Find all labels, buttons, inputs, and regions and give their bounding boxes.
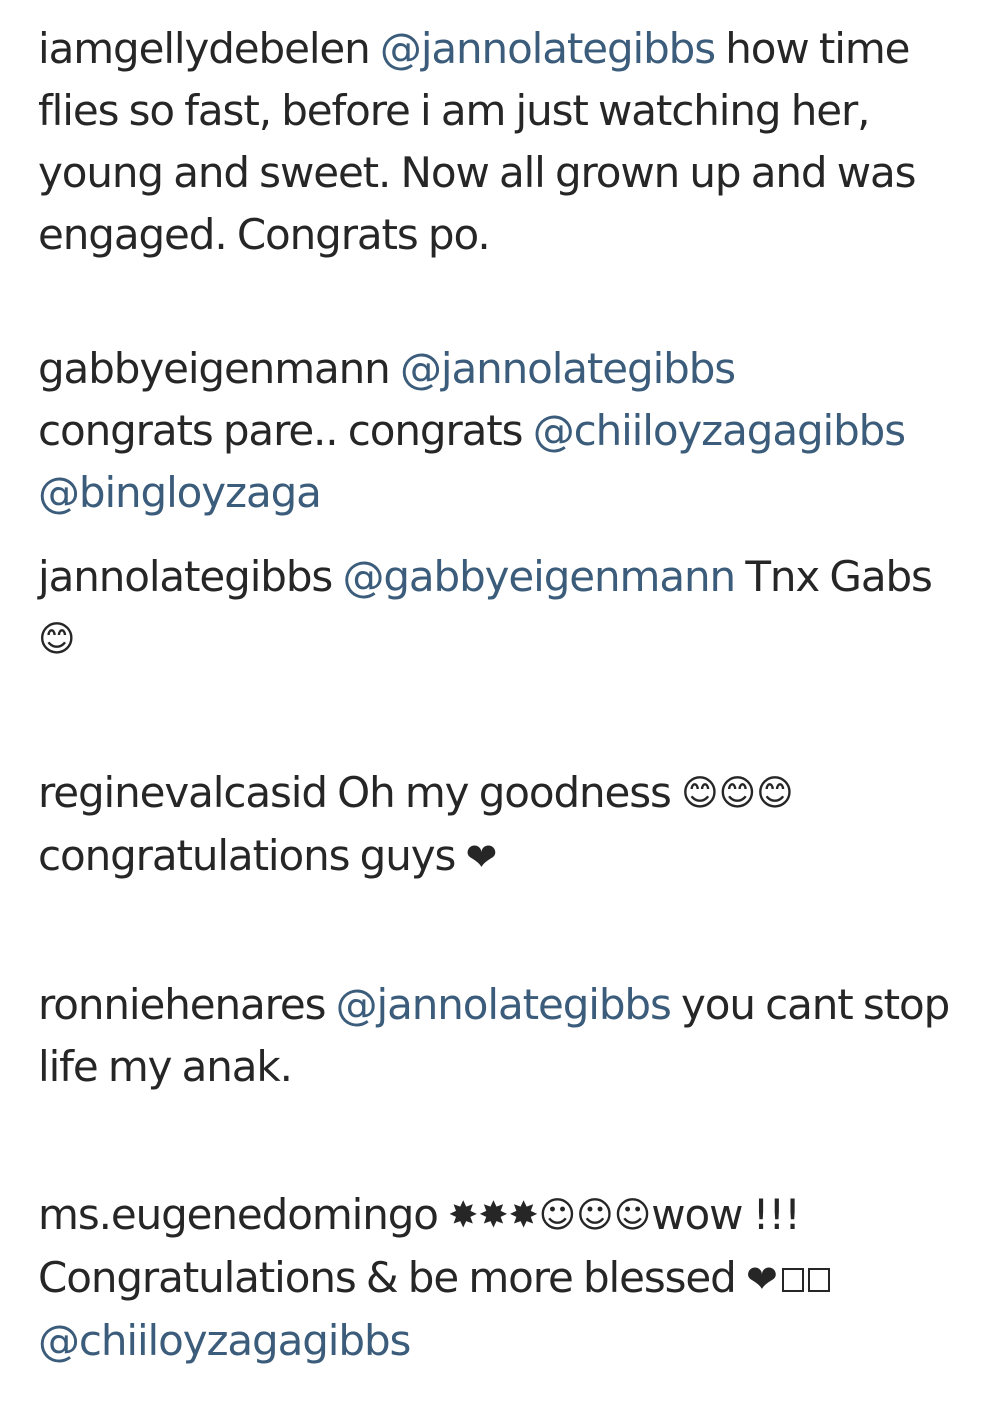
comment-username[interactable]: ronniehenares — [38, 980, 326, 1029]
smiling-face-icons: 😊😊😊 — [681, 773, 794, 814]
comment-item: ronniehenares @jannolategibbs you cant s… — [38, 974, 978, 1098]
star-burst-icons: ✸✸✸ — [448, 1195, 539, 1236]
comment-item: jannolategibbs @gabbyeigenmann Tnx Gabs … — [38, 546, 978, 671]
comment-item: iamgellydebelen @jannolategibbs how time… — [38, 18, 978, 266]
comment-username[interactable]: jannolategibbs — [38, 552, 333, 601]
heart-icon: ❤ — [745, 1257, 778, 1301]
comment-text: congratulations guys — [38, 831, 456, 880]
smiling-face-icon: 😊 — [38, 619, 76, 660]
comment-text: Congratulations & be more blessed — [38, 1253, 737, 1302]
comment-mention[interactable]: @jannolategibbs — [336, 980, 672, 1029]
comment-mention[interactable]: @chiiloyzagagibbs — [533, 406, 906, 455]
comment-mention[interactable]: @chiiloyzagagibbs — [38, 1316, 411, 1365]
comment-item: reginevalcasid Oh my goodness 😊😊😊 congra… — [38, 762, 978, 888]
comment-mention[interactable]: @gabbyeigenmann — [342, 552, 736, 601]
comment-username[interactable]: reginevalcasid — [38, 768, 328, 817]
comment-item: gabbyeigenmann @jannolategibbs congrats … — [38, 338, 978, 524]
comment-text: Tnx Gabs — [745, 552, 933, 601]
comment-text: Oh my goodness — [337, 768, 672, 817]
comment-text: congrats pare.. congrats — [38, 406, 524, 455]
comment-mention[interactable]: @jannolategibbs — [380, 24, 716, 73]
comment-username[interactable]: ms.eugenedomingo — [38, 1190, 439, 1239]
comment-username[interactable]: iamgellydebelen — [38, 24, 371, 73]
comment-text: wow !!! — [651, 1190, 801, 1239]
comment-mention[interactable]: @bingloyzaga — [38, 468, 322, 517]
missing-glyph-icon — [807, 1268, 830, 1292]
heart-icon: ❤ — [465, 835, 498, 879]
comment-item: ms.eugenedomingo ✸✸✸☺☺☺wow !!! Congratul… — [38, 1184, 978, 1372]
missing-glyph-icon — [781, 1268, 804, 1292]
smiling-face-icons: ☺☺☺ — [538, 1195, 652, 1236]
comment-mention[interactable]: @jannolategibbs — [400, 344, 736, 393]
comment-username[interactable]: gabbyeigenmann — [38, 344, 391, 393]
